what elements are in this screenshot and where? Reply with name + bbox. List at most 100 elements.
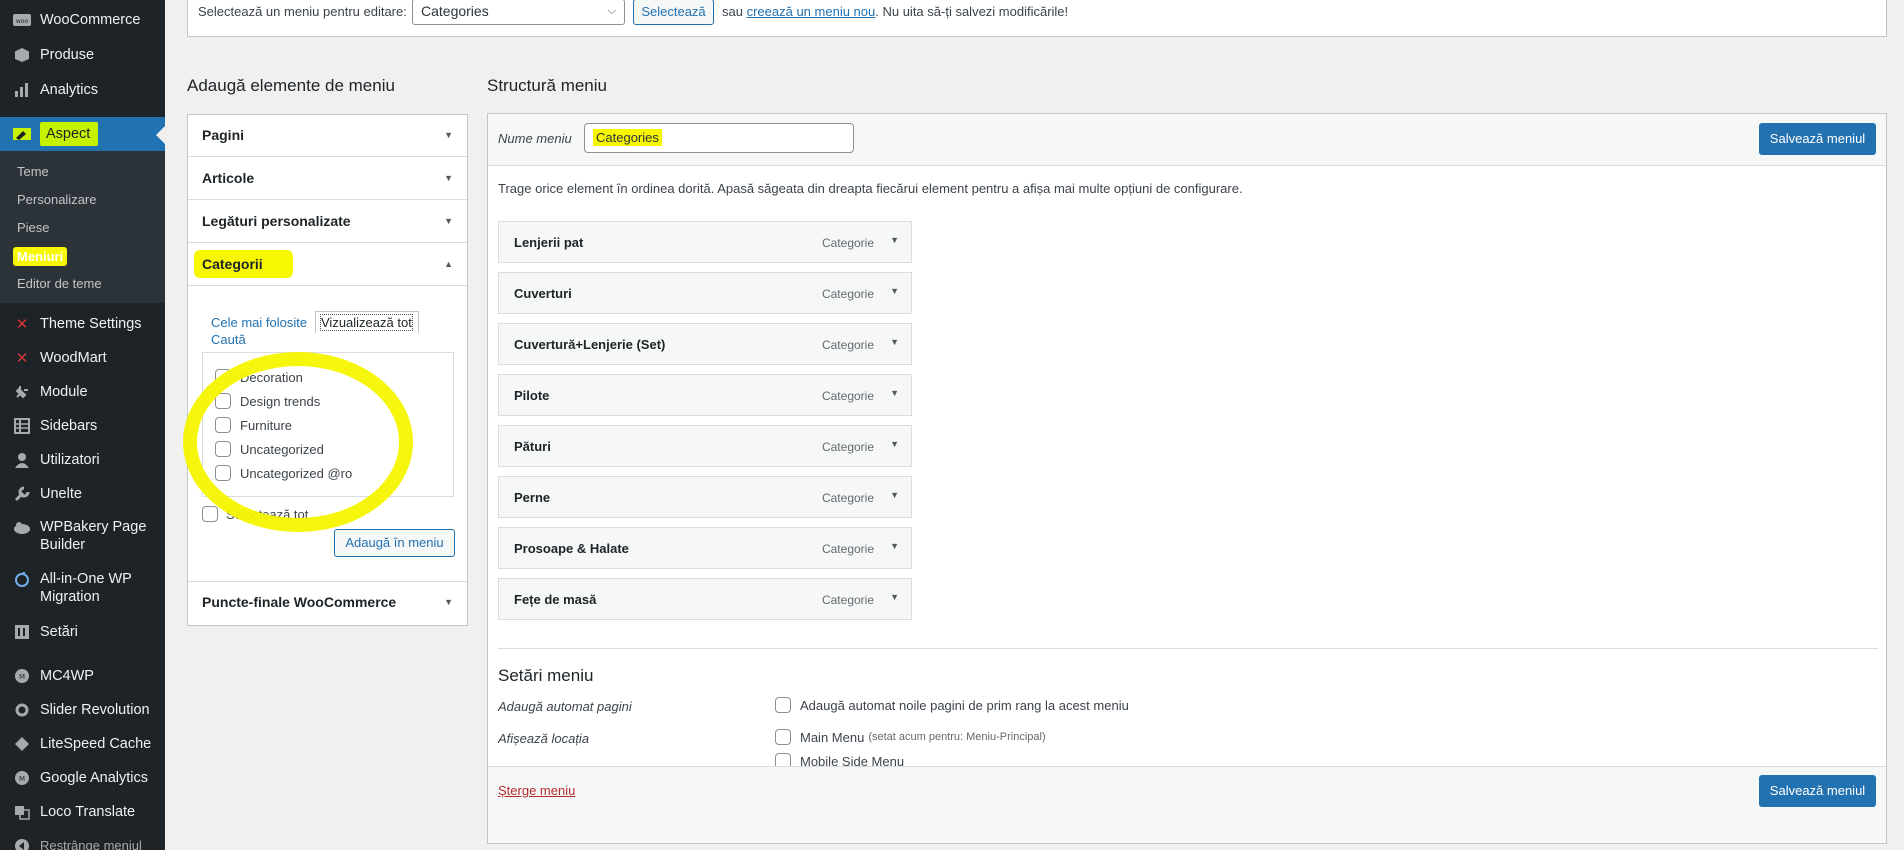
mc4wp-icon: M (12, 666, 32, 686)
wrench-icon (12, 484, 32, 504)
tab-search[interactable]: Caută (211, 332, 246, 347)
add-to-menu-button[interactable]: Adaugă în meniu (334, 529, 455, 557)
tab-view-all[interactable]: Vizualizează tot (315, 311, 419, 333)
chevron-down-icon: ⌵ (607, 5, 616, 17)
sidebar-item-aspect[interactable]: Aspect (0, 117, 165, 151)
analytics-icon: M (12, 768, 32, 788)
current-page-pointer (156, 126, 165, 144)
admin-sidebar: woo WooCommerce Produse Analytics Aspect… (0, 0, 165, 850)
menu-name-label: Nume meniu (498, 131, 572, 146)
triangle-down-icon: ▼ (444, 130, 453, 140)
hint-prefix: sau (722, 4, 743, 19)
triangle-down-icon[interactable]: ▼ (890, 541, 899, 551)
select-menu-button[interactable]: Selectează (633, 0, 714, 25)
submenu-item-personalizare[interactable]: Personalizare (17, 192, 97, 207)
wpbakery-icon (12, 518, 32, 538)
delete-menu-link[interactable]: Șterge meniu (498, 783, 575, 798)
accordion-title: Pagini (202, 127, 245, 143)
menu-name-input[interactable]: Categories (584, 123, 854, 153)
submenu-item-teme[interactable]: Teme (17, 164, 49, 179)
menu-name-value: Categories (593, 129, 662, 146)
triangle-down-icon[interactable]: ▼ (890, 490, 899, 500)
triangle-down-icon: ▼ (444, 597, 453, 607)
menu-item-row[interactable]: Perne Categorie ▼ (498, 476, 912, 518)
menu-item-type: Categorie (821, 440, 874, 454)
menu-item-row[interactable]: Pături Categorie ▼ (498, 425, 912, 467)
menu-structure-title: Structură meniu (487, 76, 607, 95)
litespeed-icon (12, 734, 32, 754)
sidebar-item-woocommerce[interactable]: woo WooCommerce (0, 10, 165, 30)
sidebar-collapse[interactable]: Restrânge meniul (0, 836, 165, 850)
menu-item-row[interactable]: Pilote Categorie ▼ (498, 374, 912, 416)
menu-item-row[interactable]: Prosoape & Halate Categorie ▼ (498, 527, 912, 569)
menu-item-row[interactable]: Lenjerii pat Categorie ▼ (498, 221, 912, 263)
menu-item-row[interactable]: Fețe de masă Categorie ▼ (498, 578, 912, 620)
drag-instructions: Trage orice element în ordinea dorită. A… (498, 181, 1243, 196)
user-icon (12, 450, 32, 470)
collapse-icon (12, 836, 32, 850)
menu-item-row[interactable]: Cuverturi Categorie ▼ (498, 272, 912, 314)
sidebar-item-loco-translate[interactable]: Loco Translate (0, 802, 165, 822)
submenu-item-meniuri[interactable]: Meniuri (13, 247, 68, 266)
menu-select-dropdown[interactable]: Categories ⌵ (412, 0, 625, 25)
triangle-down-icon[interactable]: ▼ (890, 286, 899, 296)
sidebar-item-produse[interactable]: Produse (0, 45, 165, 65)
sidebar-item-analytics[interactable]: Analytics (0, 80, 165, 100)
auto-add-pages-label: Adaugă automat pagini (498, 699, 632, 714)
menu-select-value: Categories (421, 3, 489, 19)
menu-item-title: Lenjerii pat (514, 235, 584, 250)
menu-item-title: Pături (514, 439, 551, 454)
tab-most-used[interactable]: Cele mai folosite (211, 315, 307, 330)
triangle-down-icon[interactable]: ▼ (890, 337, 899, 347)
sidebar-item-litespeed[interactable]: LiteSpeed Cache (0, 734, 165, 754)
sidebar-item-google-analytics[interactable]: M Google Analytics (0, 768, 165, 788)
triangle-down-icon[interactable]: ▼ (890, 592, 899, 602)
checkbox[interactable] (775, 729, 791, 745)
accordion-articole[interactable]: Articole ▼ (188, 158, 467, 200)
bar-chart-icon (12, 80, 32, 100)
menu-item-type: Categorie (821, 338, 874, 352)
annotation-highlight-circle (183, 352, 413, 532)
slider-icon (12, 700, 32, 720)
sidebar-item-mc4wp[interactable]: M MC4WP (0, 666, 165, 686)
sidebar-item-theme-settings[interactable]: ✕ Theme Settings (0, 314, 165, 334)
accordion-pagini[interactable]: Pagini ▼ (188, 115, 467, 157)
tab-view-all-label: Vizualizează tot (320, 314, 413, 331)
svg-text:woo: woo (16, 18, 29, 25)
accordion-custom-links[interactable]: Legături personalizate ▼ (188, 201, 467, 243)
create-new-menu-link[interactable]: creează un meniu nou (747, 4, 876, 19)
sidebar-item-unelte[interactable]: Unelte (0, 484, 165, 504)
triangle-down-icon: ▼ (444, 173, 453, 183)
sidebar-item-slider-revolution[interactable]: Slider Revolution (0, 700, 165, 720)
triangle-down-icon[interactable]: ▼ (890, 439, 899, 449)
triangle-up-icon: ▲ (444, 259, 453, 269)
save-menu-button[interactable]: Salvează meniul (1759, 123, 1876, 155)
checkbox[interactable] (202, 506, 218, 522)
save-menu-button-bottom[interactable]: Salvează meniul (1759, 775, 1876, 807)
submenu-item-piese[interactable]: Piese (17, 220, 50, 235)
menu-item-row[interactable]: Cuvertură+Lenjerie (Set) Categorie ▼ (498, 323, 912, 365)
submenu-item-editor-teme[interactable]: Editor de teme (17, 276, 102, 291)
translate-icon (12, 802, 32, 822)
checkbox[interactable] (775, 697, 791, 713)
sidebar-item-utilizatori[interactable]: Utilizatori (0, 450, 165, 470)
main-menu-location-option[interactable]: Main Menu (setat acum pentru: Meniu-Prin… (775, 729, 1046, 745)
accordion-woocommerce-endpoints[interactable]: Puncte-finale WooCommerce ▼ (188, 581, 467, 623)
sidebar-item-module[interactable]: Module (0, 382, 165, 402)
sidebar-item-sidebars[interactable]: Sidebars (0, 416, 165, 436)
manage-menus-bar: Selectează un meniu pentru editare: Cate… (187, 0, 1887, 37)
menu-footer: Șterge meniu Salvează meniul (488, 766, 1886, 843)
triangle-down-icon[interactable]: ▼ (890, 235, 899, 245)
menu-structure-panel: Nume meniu Categories Salvează meniul Tr… (487, 113, 1887, 844)
triangle-down-icon[interactable]: ▼ (890, 388, 899, 398)
menu-item-type: Categorie (821, 593, 874, 607)
auto-add-pages-option[interactable]: Adaugă automat noile pagini de prim rang… (775, 697, 1129, 713)
sidebar-item-all-in-one-migration[interactable]: All-in-One WP Migration (0, 570, 165, 606)
sidebar-item-wpbakery[interactable]: WPBakery Page Builder (0, 518, 165, 554)
sidebar-item-setari[interactable]: Setări (0, 622, 165, 642)
accordion-categorii[interactable]: Categorii ▲ (188, 244, 467, 286)
menu-item-title: Pilote (514, 388, 550, 403)
sidebar-item-woodmart[interactable]: ✕ WoodMart (0, 348, 165, 368)
menu-item-title: Fețe de masă (514, 592, 597, 607)
main-menu-note: (setat acum pentru: Meniu-Principal) (868, 731, 1046, 743)
